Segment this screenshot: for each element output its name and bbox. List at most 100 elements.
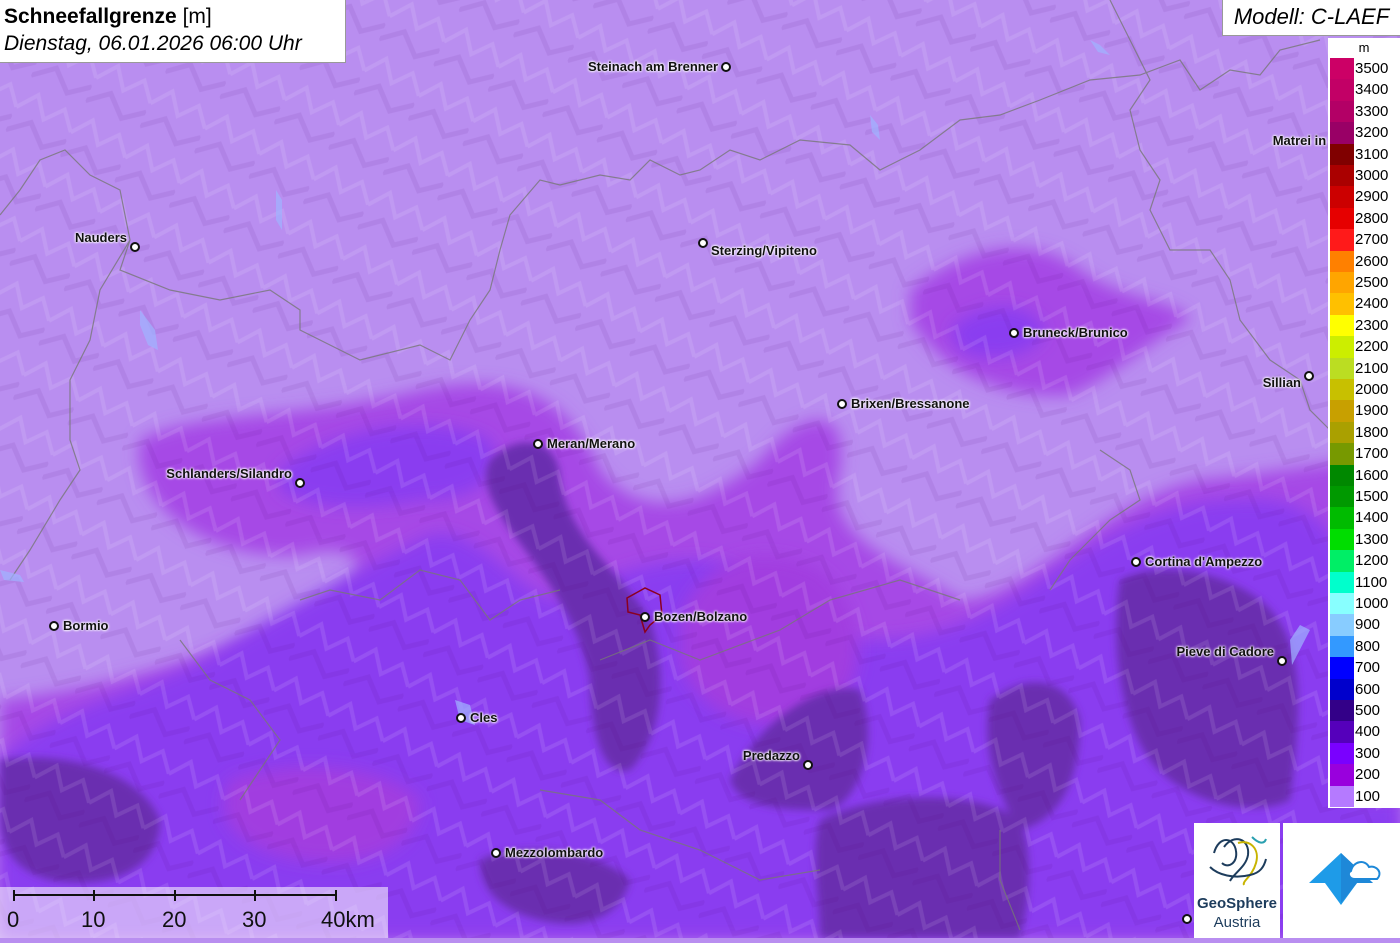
city-dot[interactable] bbox=[803, 760, 813, 770]
city-dot[interactable] bbox=[640, 612, 650, 622]
city-label[interactable]: Predazzo bbox=[743, 748, 800, 763]
scale-label-20: 20 bbox=[162, 907, 187, 932]
scale-label-30: 30 bbox=[242, 907, 267, 932]
legend-swatch bbox=[1330, 421, 1354, 444]
legend-swatch bbox=[1330, 486, 1354, 508]
legend-row: 2700 bbox=[1328, 229, 1400, 251]
legend-label: 3400 bbox=[1355, 81, 1389, 99]
legend-label: 2600 bbox=[1355, 252, 1389, 270]
legend-row: 200 bbox=[1328, 764, 1400, 786]
legend-label: 2300 bbox=[1355, 316, 1389, 334]
legend-swatch bbox=[1330, 528, 1354, 551]
city-label[interactable]: Cortina d'Ampezzo bbox=[1145, 554, 1262, 569]
legend-row: 1000 bbox=[1328, 593, 1400, 615]
city-label[interactable]: Steinach am Brenner bbox=[588, 59, 718, 74]
legend-swatch bbox=[1330, 785, 1354, 807]
legend-row: 700 bbox=[1328, 657, 1400, 679]
legend-row: 1300 bbox=[1328, 528, 1400, 551]
map-datetime: Dienstag, 06.01.2026 06:00 Uhr bbox=[4, 32, 302, 55]
city-dot[interactable] bbox=[1304, 371, 1314, 381]
city-label[interactable]: Mezzolombardo bbox=[505, 845, 603, 860]
legend-row: 300 bbox=[1328, 742, 1400, 765]
city-label[interactable]: Bruneck/Brunico bbox=[1023, 325, 1128, 340]
legend-swatch bbox=[1330, 742, 1354, 765]
legend-swatch bbox=[1330, 79, 1354, 101]
legend-label: 2200 bbox=[1355, 338, 1389, 356]
city-label[interactable]: Bozen/Bolzano bbox=[654, 609, 747, 624]
legend-swatch bbox=[1330, 357, 1354, 379]
legend-label: 1200 bbox=[1355, 552, 1389, 570]
city-label[interactable]: Cles bbox=[470, 710, 497, 725]
legend-swatch bbox=[1330, 186, 1354, 208]
city-dot[interactable] bbox=[533, 439, 543, 449]
city-dot[interactable] bbox=[130, 242, 140, 252]
legend-unit: m bbox=[1358, 40, 1370, 55]
legend-row: 1800 bbox=[1328, 421, 1400, 444]
geosphere-swirl-icon bbox=[1209, 836, 1267, 886]
city-dot[interactable] bbox=[295, 478, 305, 488]
legend-swatch bbox=[1330, 635, 1354, 658]
legend-row: 400 bbox=[1328, 721, 1400, 743]
legend-row: 2000 bbox=[1328, 379, 1400, 401]
legend-swatch bbox=[1330, 293, 1354, 315]
city-label[interactable]: Sillian bbox=[1263, 375, 1301, 390]
legend-label: 1900 bbox=[1355, 402, 1389, 420]
legend-label: 3500 bbox=[1355, 60, 1389, 77]
legend-row: 3200 bbox=[1328, 122, 1400, 144]
geosphere-austria-logo: GeoSphere Austria bbox=[1194, 823, 1280, 938]
city-dot[interactable] bbox=[1182, 914, 1192, 924]
legend-row: 1100 bbox=[1328, 571, 1400, 593]
map-title-box: Schneefallgrenze [m] Dienstag, 06.01.202… bbox=[0, 0, 346, 63]
legend-swatch bbox=[1330, 207, 1354, 230]
legend-row: 2100 bbox=[1328, 357, 1400, 379]
legend-label: 700 bbox=[1355, 659, 1381, 677]
legend-label: 300 bbox=[1355, 744, 1381, 762]
legend-label: 1800 bbox=[1355, 423, 1389, 441]
legend-label: 2900 bbox=[1355, 188, 1389, 206]
city-dot[interactable] bbox=[698, 238, 708, 248]
legend-label: 3100 bbox=[1355, 145, 1389, 163]
legend-row: 2900 bbox=[1328, 186, 1400, 208]
city-dot[interactable] bbox=[49, 621, 59, 631]
city-dot[interactable] bbox=[721, 62, 731, 72]
legend-swatch bbox=[1330, 229, 1354, 251]
legend-swatch bbox=[1330, 550, 1354, 572]
legend-label: 2100 bbox=[1355, 359, 1389, 377]
legend-label: 1700 bbox=[1355, 445, 1389, 463]
legend-row: 2800 bbox=[1328, 207, 1400, 230]
legend-swatch bbox=[1330, 336, 1354, 358]
city-dot[interactable] bbox=[456, 713, 466, 723]
legend-row: 2500 bbox=[1328, 272, 1400, 294]
legend-swatch bbox=[1330, 400, 1354, 422]
legend-swatch bbox=[1330, 700, 1354, 722]
city-dot[interactable] bbox=[1277, 656, 1287, 666]
city-dot[interactable] bbox=[1131, 557, 1141, 567]
legend-label: 200 bbox=[1355, 766, 1381, 784]
city-label[interactable]: Pieve di Cadore bbox=[1176, 644, 1274, 659]
legend-label: 800 bbox=[1355, 637, 1381, 655]
city-dot[interactable] bbox=[1009, 328, 1019, 338]
legend-row: 2600 bbox=[1328, 250, 1400, 272]
legend-row: 600 bbox=[1328, 678, 1400, 700]
city-label[interactable]: Meran/Merano bbox=[547, 436, 635, 451]
legend-label: 3300 bbox=[1355, 102, 1389, 120]
city-label[interactable]: Brixen/Bressanone bbox=[851, 396, 970, 411]
geosphere-country: Austria bbox=[1213, 914, 1261, 931]
legend-swatch bbox=[1330, 571, 1354, 593]
city-label[interactable]: Schlanders/Silandro bbox=[166, 466, 292, 481]
scale-bar: 0 10 20 30 40km bbox=[0, 887, 388, 938]
city-label[interactable]: Bormio bbox=[63, 618, 109, 633]
legend-row: 1200 bbox=[1328, 550, 1400, 572]
city-dot[interactable] bbox=[491, 848, 501, 858]
wetter-app-logo bbox=[1283, 823, 1400, 938]
city-label[interactable]: Sterzing/Vipiteno bbox=[711, 243, 817, 258]
legend-label: 2000 bbox=[1355, 381, 1389, 398]
legend-swatch bbox=[1330, 721, 1354, 743]
model-label: Modell: C-LAEF bbox=[1222, 0, 1400, 36]
city-dot[interactable] bbox=[837, 399, 847, 409]
city-label[interactable]: Nauders bbox=[75, 230, 127, 245]
geosphere-name: GeoSphere bbox=[1196, 895, 1278, 912]
legend-swatch bbox=[1330, 165, 1354, 187]
legend-label: 100 bbox=[1355, 787, 1381, 805]
legend-row: 1600 bbox=[1328, 464, 1400, 486]
